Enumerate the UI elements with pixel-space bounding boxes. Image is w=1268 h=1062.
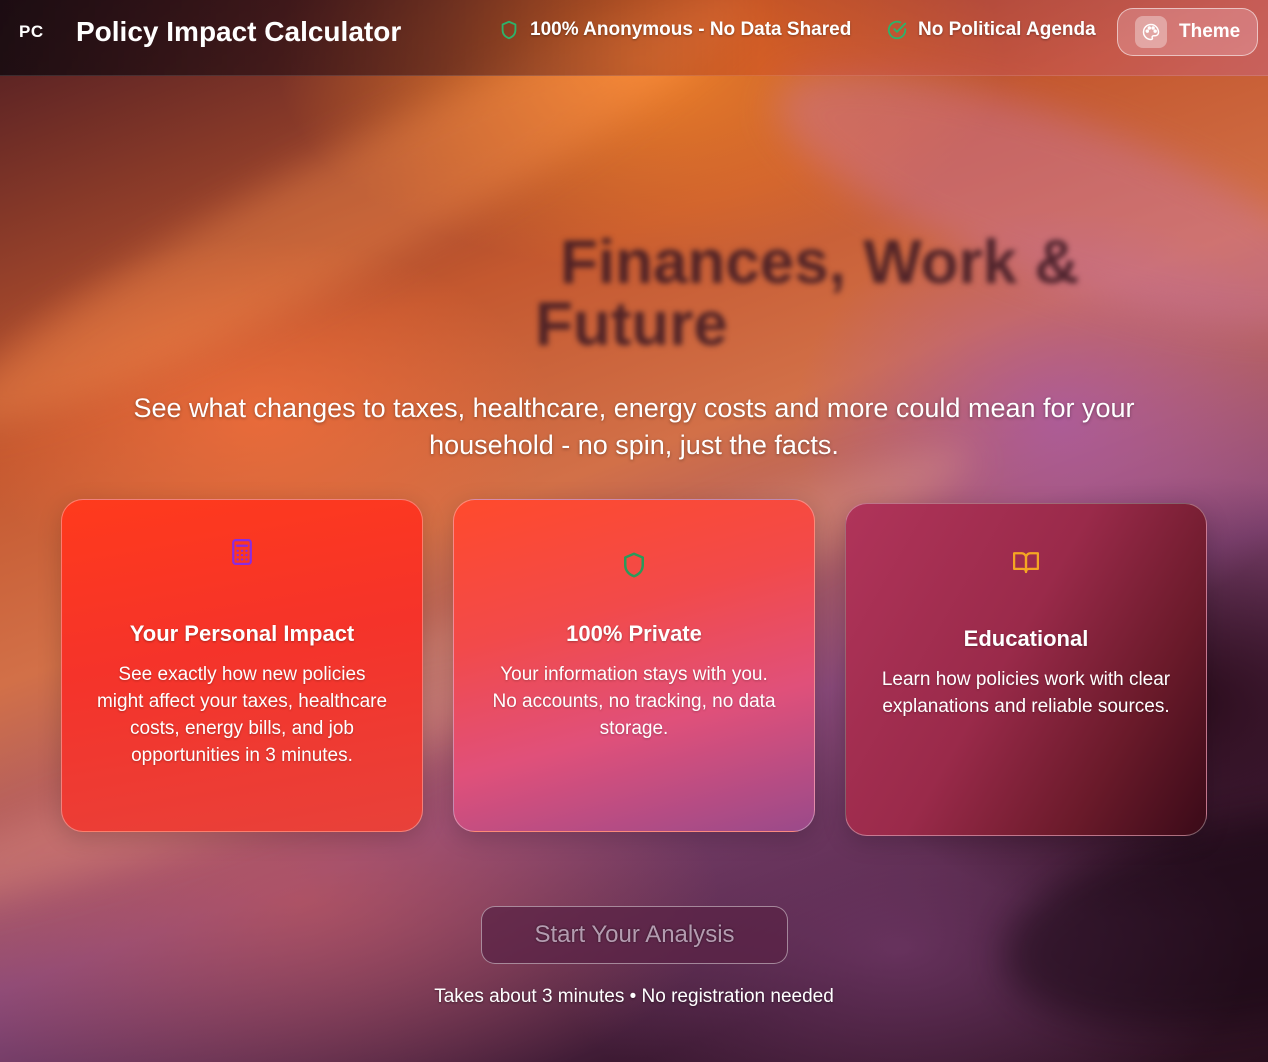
feature-card-educational: Educational Learn how policies work with… (845, 503, 1207, 836)
anonymous-badge: 100% Anonymous - No Data Shared (498, 19, 851, 41)
shield-icon (624, 552, 644, 578)
calculator-icon (232, 539, 252, 565)
card-description: Your information stays with you. No acco… (492, 664, 776, 739)
card-description: Learn how policies work with clear expla… (881, 669, 1171, 717)
theme-button-label: Theme (1179, 21, 1241, 42)
feature-card-private: 100% Private Your information stays with… (453, 499, 815, 832)
no-agenda-badge-label: No Political Agenda (918, 19, 1096, 40)
app-logo[interactable]: PC (19, 22, 44, 42)
card-description: See exactly how new policies might affec… (96, 664, 388, 766)
card-title: Educational (963, 626, 1089, 651)
hero-title: Finances, Work & Future (535, 228, 1080, 359)
card-title: 100% Private (566, 621, 702, 646)
top-navigation-bar: PC Policy Impact Calculator 100% Anonymo… (0, 0, 1268, 76)
book-open-icon (1013, 552, 1039, 574)
theme-button[interactable]: Theme (1117, 8, 1258, 56)
feature-card-personal-impact: Your Personal Impact See exactly how new… (61, 499, 423, 832)
check-circle-icon (887, 20, 907, 40)
anonymous-badge-label: 100% Anonymous - No Data Shared (530, 19, 852, 40)
no-agenda-badge: No Political Agenda (886, 19, 1096, 41)
cta-note: Takes about 3 minutes • No registration … (434, 986, 834, 1007)
hero-subtitle: See what changes to taxes, healthcare, e… (133, 393, 1135, 460)
shield-icon (501, 20, 517, 40)
palette-icon (1135, 16, 1167, 48)
start-analysis-button[interactable]: Start Your Analysis (481, 906, 788, 964)
app-title[interactable]: Policy Impact Calculator (76, 16, 401, 48)
card-title: Your Personal Impact (129, 621, 355, 646)
